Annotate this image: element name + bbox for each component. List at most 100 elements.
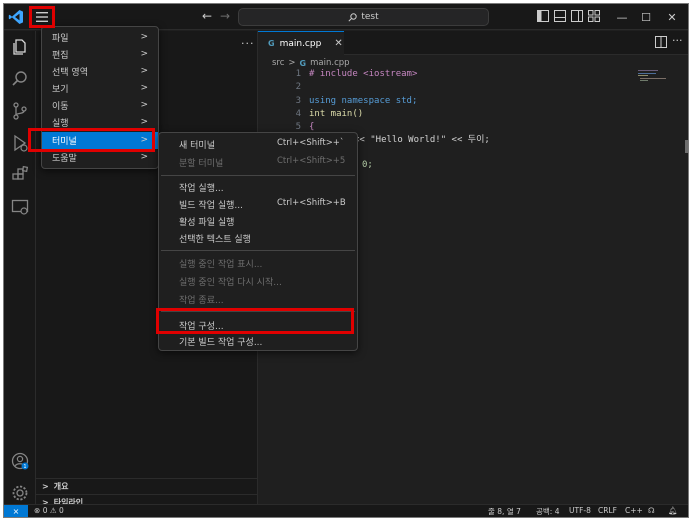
customize-layout-icon[interactable] [588,10,600,22]
menu-separator [161,175,355,176]
chevron-right-icon: > [140,100,148,110]
cursor-position[interactable]: 줄 8, 열 7 [488,506,521,517]
menu-item-go[interactable]: 이동 > [42,97,158,114]
code-line: 2 [258,81,688,94]
vscode-logo-icon [8,10,23,24]
indentation-setting[interactable]: 공백: 4 [536,506,559,517]
search-icon[interactable] [10,69,30,89]
menu-separator [161,250,355,251]
chevron-right-icon: > [140,49,148,59]
menu-item-label: 편집 [52,51,69,61]
problems-indicator[interactable]: ⊗ 0 ⚠ 0 [34,506,64,515]
activity-bar: 1 [4,31,36,504]
highlight-terminal-menu [28,128,155,152]
minimize-icon[interactable]: — [612,8,632,26]
remote-indicator-icon[interactable]: ⨯ [4,505,28,517]
explorer-icon[interactable] [10,37,30,57]
status-bar: ⨯ ⊗ 0 ⚠ 0 줄 8, 열 7 공백: 4 UTF-8 CRLF C++ … [4,504,688,517]
breadcrumb-file[interactable]: main.cpp [310,58,349,68]
run-and-debug-icon[interactable] [10,133,30,153]
menu-item-view[interactable]: 보기 > [42,80,158,97]
menu-item-label: 실행 중인 작업 표시... [179,259,263,270]
line-number: 4 [295,109,301,119]
scrollbar-thumb[interactable] [685,140,688,153]
vscode-window: ← → test — ☐ ✕ 1 ··· > 개요 > 타임라인 G main.… [3,3,689,518]
outline-section-label: 개요 [53,482,69,491]
breadcrumb-folder[interactable]: src [272,58,284,68]
more-actions-icon[interactable]: ··· [672,34,683,47]
menu-item-terminate-task: 작업 종료... [159,290,357,308]
editor-tabs: G main.cpp ✕ ··· [258,31,688,55]
line-number: 1 [295,69,301,79]
command-center-text: test [361,12,379,22]
menu-item-label: 선택한 텍스트 실행 [179,234,251,245]
svg-text:1: 1 [23,464,26,470]
menu-item-split-terminal: 분할 터미널 Ctrl+<Shift>+5 [159,153,357,171]
accounts-icon[interactable]: 1 [10,451,30,471]
chevron-right-icon: > [288,58,296,68]
copilot-icon[interactable]: ☊ [648,506,655,515]
encoding-setting[interactable]: UTF-8 [569,506,591,515]
extensions-icon[interactable] [10,165,30,185]
menu-item-label: 새 터미널 [179,140,215,151]
back-arrow-icon[interactable]: ← [202,9,216,25]
cpp-file-icon: G [268,39,275,48]
menu-item-run-build-task[interactable]: 빌드 작업 실행... Ctrl+<Shift>+B [159,195,357,213]
warning-count: 0 [58,506,64,515]
menu-item-edit[interactable]: 편집 > [42,46,158,63]
remote-explorer-icon[interactable] [10,197,30,217]
tab-label: main.cpp [279,38,322,49]
chevron-right-icon: > [140,66,148,76]
menu-item-label: 작업 실행... [179,183,224,194]
more-actions-icon[interactable]: ··· [241,37,255,50]
menu-item-label: 작업 종료... [179,295,224,306]
menu-item-label: 실행 중인 작업 다시 시작... [179,277,282,288]
menu-item-run-active-file[interactable]: 활성 파일 실행 [159,212,357,230]
command-center-search[interactable]: test [238,8,489,26]
maximize-icon[interactable]: ☐ [636,8,656,26]
menu-item-restart-running-task: 실행 중인 작업 다시 시작... [159,272,357,290]
code-text: int main() [309,109,364,119]
menu-item-run-selected-text[interactable]: 선택한 텍스트 실행 [159,229,357,247]
close-window-icon[interactable]: ✕ [662,8,682,26]
toggle-secondary-sidebar-icon[interactable] [571,10,583,22]
menu-item-label: 이동 [52,102,69,112]
shortcut-label: Ctrl+<Shift>+` [277,138,345,148]
language-mode[interactable]: C++ [625,506,643,515]
code-text: # include <iostream> [309,69,418,79]
minimap[interactable] [638,70,674,82]
toggle-panel-icon[interactable] [554,10,566,22]
menu-item-selection[interactable]: 선택 영역 > [42,63,158,80]
tab-main-cpp[interactable]: G main.cpp ✕ [258,31,344,55]
notifications-bell-icon[interactable]: 🔔︎ [668,506,678,515]
toggle-primary-sidebar-icon[interactable] [537,10,549,22]
shortcut-label: Ctrl+<Shift>+B [277,198,346,208]
highlight-menu-button [29,6,55,28]
error-count: 0 [42,506,48,515]
forward-arrow-icon[interactable]: → [220,9,234,25]
highlight-configure-tasks [156,308,354,334]
gear-icon[interactable] [10,483,30,503]
eol-setting[interactable]: CRLF [598,506,617,515]
close-icon[interactable]: ✕ [334,38,342,49]
error-icon: ⊗ [34,506,41,515]
chevron-right-icon: > [140,83,148,93]
code-text: << "Hello World!" << 두이; [354,135,490,145]
menu-item-label: 보기 [52,85,69,95]
menu-item-show-running-tasks: 실행 중인 작업 표시... [159,254,357,272]
menu-item-new-terminal[interactable]: 새 터미널 Ctrl+<Shift>+` [159,135,357,153]
menu-item-file[interactable]: 파일 > [42,29,158,46]
chevron-right-icon: > [42,482,49,491]
menu-item-label: 활성 파일 실행 [179,217,235,228]
outline-section-header[interactable]: > 개요 [36,478,258,494]
menu-item-run-task[interactable]: 작업 실행... [159,178,357,196]
shortcut-label: Ctrl+<Shift>+5 [277,156,346,166]
split-editor-icon[interactable] [655,36,667,48]
source-control-icon[interactable] [10,101,30,121]
line-number: 2 [295,82,301,92]
line-number: 3 [295,96,301,106]
cpp-file-icon: G [299,58,307,68]
menu-item-configure-default-build-task[interactable]: 기본 빌드 작업 구성... [159,332,357,350]
code-line: 3 using namespace std; [258,95,688,108]
code-text: using namespace std; [309,96,418,106]
